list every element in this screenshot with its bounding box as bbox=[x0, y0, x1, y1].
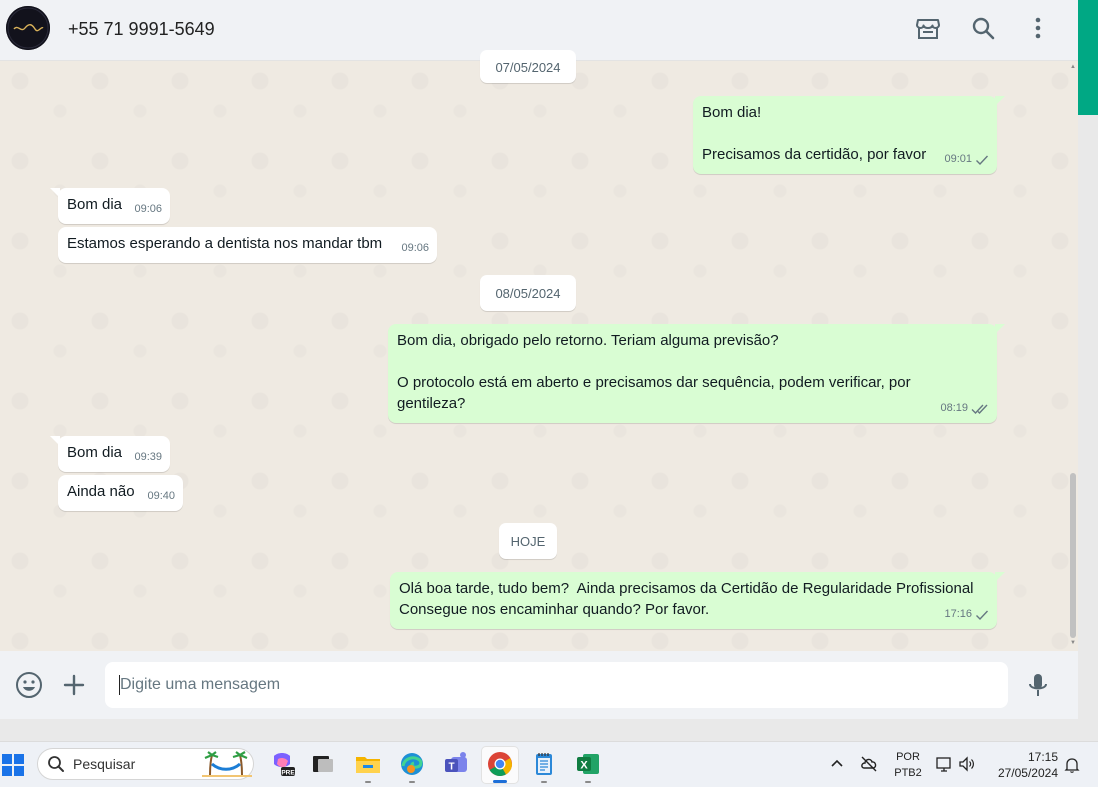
date-separator: 07/05/2024 bbox=[480, 50, 576, 83]
pre-badge: PRE bbox=[281, 770, 295, 777]
menu-dots-icon[interactable] bbox=[1024, 14, 1052, 42]
chat-window: +55 71 9991-5649 07/05/2024 08/05/2024 H… bbox=[0, 0, 1078, 719]
message-text: Bom dia, obrigado pelo retorno. Teriam a… bbox=[397, 332, 911, 412]
task-view-icon[interactable] bbox=[309, 750, 337, 778]
clock-time[interactable]: 17:15 bbox=[1020, 750, 1058, 764]
volume-icon[interactable] bbox=[958, 755, 976, 773]
date-label: 08/05/2024 bbox=[495, 285, 561, 301]
message-text: Bom dia! Precisamos da certidão, por fav… bbox=[702, 104, 927, 163]
file-explorer-icon[interactable] bbox=[354, 750, 382, 778]
incoming-message[interactable]: Ainda não 09:40 bbox=[58, 475, 183, 511]
search-label: Pesquisar bbox=[73, 756, 136, 772]
message-text: Estamos esperando a dentista nos mandar … bbox=[67, 235, 383, 252]
language-indicator-bottom[interactable]: PTB2 bbox=[892, 767, 924, 779]
excel-icon[interactable]: X bbox=[574, 750, 602, 778]
chrome-icon[interactable] bbox=[486, 750, 514, 778]
double-check-icon bbox=[971, 404, 989, 414]
notification-bell-icon[interactable] bbox=[1063, 756, 1081, 774]
message-input[interactable] bbox=[105, 662, 1008, 708]
message-time: 08:19 bbox=[940, 402, 968, 414]
active-indicator bbox=[493, 780, 507, 783]
language-indicator-top[interactable]: POR bbox=[892, 751, 924, 763]
edge-browser-icon[interactable] bbox=[398, 750, 426, 778]
outgoing-message[interactable]: Olá boa tarde, tudo bem? Ainda precisamo… bbox=[390, 572, 1005, 629]
message-time: 17:16 bbox=[944, 608, 972, 620]
clock-date[interactable]: 27/05/2024 bbox=[992, 766, 1058, 780]
scroll-up-arrow-icon[interactable]: ▲ bbox=[1070, 64, 1076, 70]
message-text: Olá boa tarde, tudo bem? Ainda precisamo… bbox=[399, 580, 974, 618]
scroll-down-arrow-icon[interactable]: ▼ bbox=[1070, 640, 1076, 646]
incoming-message[interactable]: Bom dia 09:39 bbox=[50, 436, 170, 472]
svg-text:T: T bbox=[448, 762, 454, 773]
message-time: 09:06 bbox=[134, 203, 162, 215]
message-time: 09:39 bbox=[134, 451, 162, 463]
running-indicator bbox=[541, 781, 547, 783]
running-indicator bbox=[365, 781, 371, 783]
background-gutter bbox=[1078, 115, 1098, 741]
text-caret bbox=[119, 675, 120, 695]
incoming-message[interactable]: Estamos esperando a dentista nos mandar … bbox=[58, 227, 437, 263]
teams-icon[interactable]: T bbox=[442, 750, 470, 778]
network-icon[interactable] bbox=[936, 755, 954, 773]
date-separator: HOJE bbox=[499, 523, 557, 559]
date-label: HOJE bbox=[510, 533, 546, 549]
store-icon[interactable] bbox=[914, 14, 942, 42]
running-indicator bbox=[585, 781, 591, 783]
contact-name[interactable]: +55 71 9991-5649 bbox=[68, 19, 215, 40]
avatar[interactable] bbox=[6, 6, 50, 50]
message-time: 09:40 bbox=[147, 490, 175, 502]
outgoing-message[interactable]: Bom dia, obrigado pelo retorno. Teriam a… bbox=[388, 324, 1005, 423]
plus-icon[interactable] bbox=[59, 670, 89, 700]
beach-hammock-icon bbox=[202, 751, 252, 777]
notepad-icon[interactable] bbox=[530, 750, 558, 778]
date-label: 07/05/2024 bbox=[495, 60, 561, 75]
windows-start-icon[interactable] bbox=[2, 754, 24, 776]
search-icon[interactable] bbox=[969, 14, 997, 42]
microphone-icon[interactable] bbox=[1023, 670, 1053, 700]
outgoing-message[interactable]: Bom dia! Precisamos da certidão, por fav… bbox=[693, 96, 1005, 174]
incoming-message[interactable]: Bom dia 09:06 bbox=[50, 188, 170, 224]
message-time: 09:06 bbox=[401, 242, 429, 254]
svg-text:X: X bbox=[580, 760, 588, 772]
scroll-thumb[interactable] bbox=[1070, 473, 1076, 638]
running-indicator bbox=[409, 781, 415, 783]
date-separator: 08/05/2024 bbox=[480, 275, 576, 311]
single-check-icon bbox=[975, 610, 989, 620]
copilot-icon[interactable]: PRE bbox=[268, 750, 296, 778]
single-check-icon bbox=[975, 155, 989, 165]
message-time: 09:01 bbox=[944, 153, 972, 165]
emoji-icon[interactable] bbox=[14, 670, 44, 700]
cloud-offline-icon[interactable] bbox=[860, 755, 878, 773]
background-gutter bbox=[0, 719, 1078, 741]
search-icon bbox=[47, 755, 65, 773]
background-accent bbox=[1078, 0, 1098, 115]
chevron-up-icon[interactable] bbox=[828, 755, 846, 773]
